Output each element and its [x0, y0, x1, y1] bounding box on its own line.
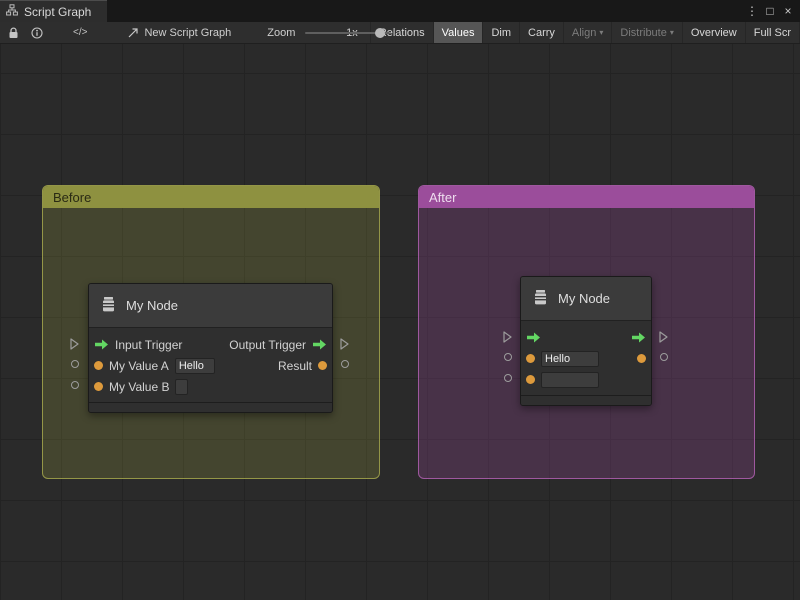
dim-button-label: Dim — [491, 22, 511, 44]
output-trigger-port[interactable] — [631, 332, 646, 343]
port-row-value-b — [521, 369, 651, 390]
external-flow-port-icon — [70, 337, 79, 355]
tab-title: Script Graph — [24, 5, 91, 19]
external-value-port-icon — [71, 360, 79, 368]
values-button-label: Values — [442, 22, 475, 44]
group-before-header[interactable]: Before — [43, 186, 379, 208]
distribute-dropdown-label: Distribute — [620, 22, 666, 44]
port-row-value-a: My Value A Result — [89, 355, 332, 376]
group-before-label: Before — [53, 190, 91, 205]
close-icon[interactable]: × — [780, 0, 796, 22]
result-port[interactable] — [637, 354, 646, 363]
graph-canvas[interactable]: Before After My Node — [0, 44, 800, 600]
output-trigger-label: Output Trigger — [229, 338, 306, 352]
port-row-triggers: Input Trigger Output Trigger — [89, 334, 332, 355]
node-header[interactable]: My Node — [521, 277, 651, 321]
my-value-b-label: My Value B — [109, 380, 169, 394]
external-value-port-icon — [504, 374, 512, 382]
external-value-port-icon — [71, 381, 79, 389]
code-icon[interactable]: </> — [73, 22, 87, 44]
graph-icon — [6, 4, 18, 19]
node-footer — [521, 395, 651, 405]
overview-button-label: Overview — [691, 22, 737, 44]
external-value-port-icon — [504, 353, 512, 361]
my-value-b-port[interactable] — [94, 382, 103, 391]
align-dropdown-label: Align — [572, 22, 596, 44]
external-flow-port-icon — [340, 337, 349, 355]
port-row-value-a — [521, 348, 651, 369]
node-footer — [89, 402, 332, 412]
port-row-triggers — [521, 327, 651, 348]
toolbar-buttons: Relations Values Dim Carry Align ▾ Distr… — [370, 22, 800, 44]
window-controls: ⋮ □ × — [744, 0, 800, 22]
node-header[interactable]: My Node — [89, 284, 332, 328]
tab-script-graph[interactable]: Script Graph — [0, 0, 107, 22]
node-my-node-before[interactable]: My Node Input Trigger Output Trigger — [88, 283, 333, 413]
result-label: Result — [278, 359, 312, 373]
external-flow-port-icon — [659, 330, 668, 348]
lock-icon[interactable] — [8, 22, 19, 44]
my-value-a-port[interactable] — [526, 354, 535, 363]
my-value-a-field[interactable] — [541, 351, 599, 367]
fullscreen-button-label: Full Scr — [754, 22, 791, 44]
group-after-label: After — [429, 190, 456, 205]
external-value-port-icon — [341, 360, 349, 368]
group-after-header[interactable]: After — [419, 186, 754, 208]
external-flow-port-icon — [503, 330, 512, 348]
distribute-dropdown[interactable]: Distribute ▾ — [612, 22, 682, 44]
zoom-slider[interactable] — [305, 22, 340, 44]
my-value-b-field[interactable] — [541, 372, 599, 388]
chevron-down-icon: ▾ — [670, 22, 674, 44]
graph-toolbar: </> New Script Graph Zoom 1x Relations V… — [0, 22, 800, 44]
node-my-node-after[interactable]: My Node — [520, 276, 652, 406]
my-value-a-port[interactable] — [94, 361, 103, 370]
values-button[interactable]: Values — [434, 22, 484, 44]
output-trigger-port[interactable] — [312, 339, 327, 350]
chevron-down-icon: ▾ — [599, 22, 603, 44]
input-trigger-port[interactable] — [526, 332, 541, 343]
script-graph-window: Script Graph ⋮ □ × </> — [0, 0, 800, 600]
node-body — [521, 321, 651, 405]
dim-button[interactable]: Dim — [483, 22, 520, 44]
zoom-slider-knob[interactable] — [375, 28, 385, 38]
external-value-port-icon — [660, 353, 668, 361]
carry-button-label: Carry — [528, 22, 555, 44]
info-icon[interactable] — [31, 22, 43, 44]
carry-button[interactable]: Carry — [520, 22, 564, 44]
maximize-icon[interactable]: □ — [762, 0, 778, 22]
graph-name-breadcrumb[interactable]: New Script Graph — [144, 27, 231, 39]
my-value-b-field[interactable] — [175, 379, 188, 395]
result-port[interactable] — [318, 361, 327, 370]
node-title: My Node — [126, 298, 178, 313]
my-value-a-label: My Value A — [109, 359, 169, 373]
input-trigger-port[interactable] — [94, 339, 109, 350]
my-value-a-field[interactable] — [175, 358, 215, 374]
fullscreen-button[interactable]: Full Scr — [746, 22, 800, 44]
node-body: Input Trigger Output Trigger My Value A — [89, 328, 332, 412]
port-row-value-b: My Value B — [89, 376, 332, 397]
tab-bar: Script Graph ⋮ □ × — [0, 0, 800, 22]
input-trigger-label: Input Trigger — [115, 338, 182, 352]
node-icon — [532, 289, 549, 309]
node-title: My Node — [558, 291, 610, 306]
zoom-label: Zoom — [267, 27, 295, 39]
my-value-b-port[interactable] — [526, 375, 535, 384]
node-icon — [100, 296, 117, 316]
align-dropdown[interactable]: Align ▾ — [564, 22, 612, 44]
kebab-menu-icon[interactable]: ⋮ — [744, 0, 760, 22]
overview-button[interactable]: Overview — [683, 22, 746, 44]
graph-pointer-icon — [127, 22, 139, 44]
